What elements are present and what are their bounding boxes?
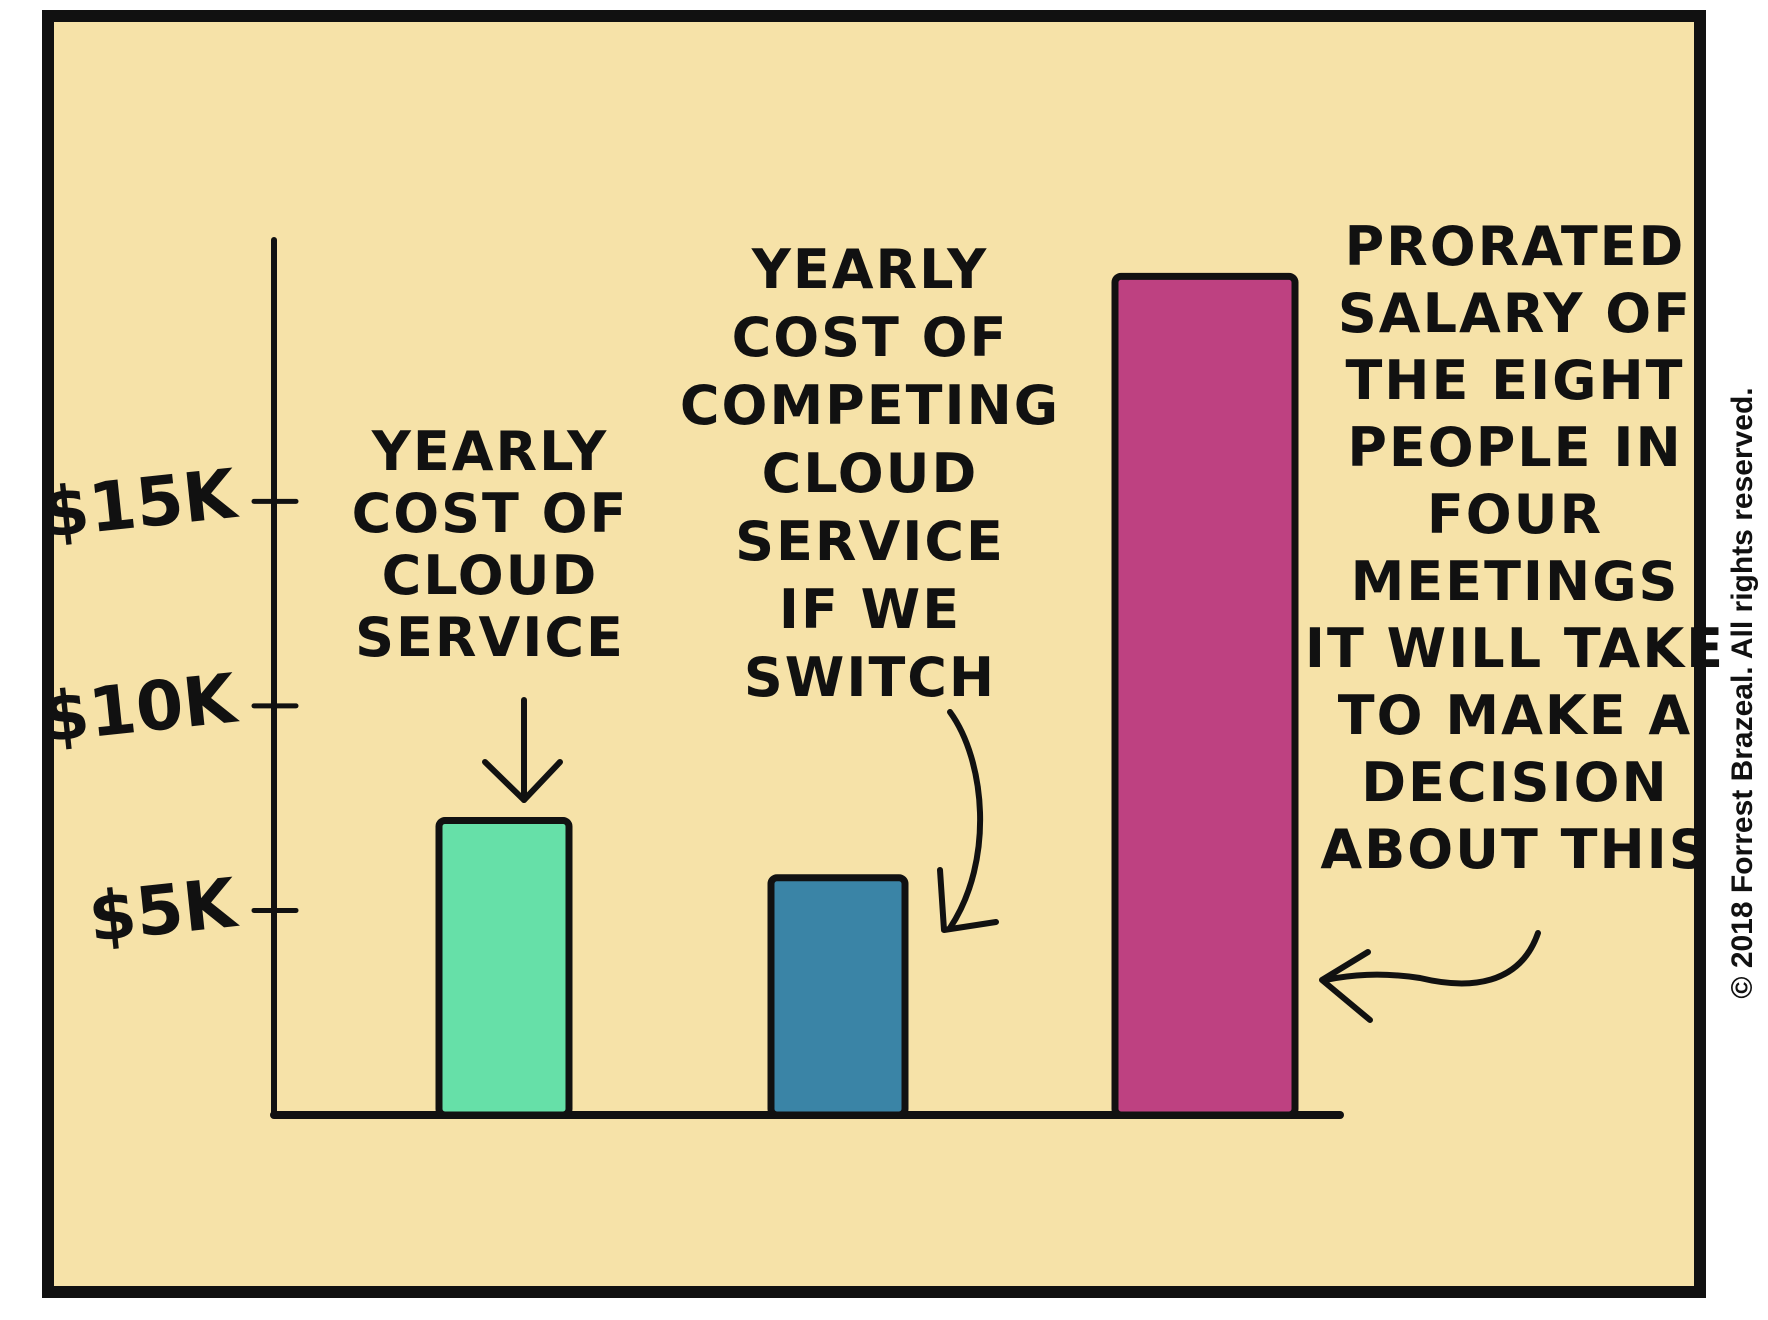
- annotation-line: ABOUT THIS: [1320, 818, 1709, 881]
- bar: [435, 816, 573, 1119]
- annotation-line: SWITCH: [744, 646, 996, 709]
- y-tick-label: $5K: [85, 864, 242, 958]
- bar: [1111, 272, 1299, 1119]
- annotation-line: YEARLY: [751, 238, 988, 301]
- annotation-line: IT WILL TAKE: [1305, 617, 1725, 680]
- bar: [767, 874, 909, 1119]
- comic-panel: $5K$10K$15K YEARLY COST OF CLOUD SERVICEYEA…: [38, 10, 1759, 1298]
- annotation-line: IF WE: [779, 578, 961, 641]
- annotation-line: FOUR: [1427, 483, 1603, 546]
- annotation-line: COST OF: [352, 482, 629, 545]
- bar-annotation: YEARLY COST OF CLOUD SERVICE: [352, 420, 629, 669]
- annotation-line: COST OF: [732, 306, 1009, 369]
- annotation-line: YEARLY: [371, 420, 608, 483]
- annotation-line: PEOPLE IN: [1347, 416, 1682, 479]
- annotation-line: CLOUD: [762, 442, 979, 505]
- annotation-line: SALARY OF: [1338, 282, 1692, 345]
- annotation-line: SERVICE: [355, 606, 625, 669]
- annotation-line: SERVICE: [735, 510, 1005, 573]
- annotation-line: COMPETING: [680, 374, 1060, 437]
- annotation-line: THE EIGHT: [1345, 349, 1684, 412]
- annotation-line: CLOUD: [382, 544, 599, 607]
- annotation-line: DECISION: [1361, 751, 1669, 814]
- annotation-line: PRORATED: [1345, 215, 1686, 278]
- annotation-line: MEETINGS: [1351, 550, 1680, 613]
- copyright: © 2018 Forrest Brazeal. All rights reser…: [1726, 387, 1759, 998]
- annotation-line: TO MAKE A: [1338, 684, 1692, 747]
